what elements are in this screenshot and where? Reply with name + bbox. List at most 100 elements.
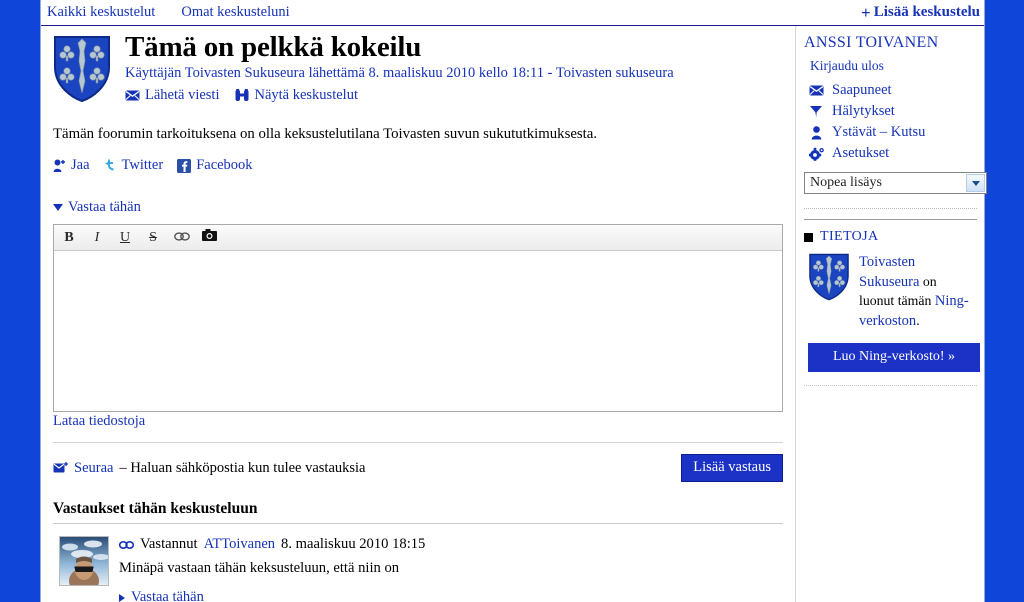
discussion-header: Tämä on pelkkä kokeilu Käyttäjän Toivast… xyxy=(53,32,783,104)
quick-add-select[interactable]: Nopea lisäys xyxy=(804,172,987,194)
editor-toolbar: B I U S xyxy=(54,225,782,252)
quick-add-selected-value: Nopea lisäys xyxy=(810,175,882,190)
follow-bar: Seuraa – Haluan sähköpostia kun tulee va… xyxy=(53,442,783,483)
reply-toggle-button[interactable]: Vastaa tähän xyxy=(53,199,783,216)
follow-envelope-icon xyxy=(53,462,68,473)
reply-item: Vastannut ATToivanen 8. maaliskuu 2010 1… xyxy=(53,536,783,602)
sidebar-item-label: Asetukset xyxy=(832,145,890,161)
sidebar-item-alerts[interactable]: Hälytykset xyxy=(808,101,977,122)
coat-of-arms-icon xyxy=(809,253,849,301)
send-message-button[interactable]: Lähetä viesti xyxy=(125,87,219,104)
author-crest-avatar[interactable] xyxy=(53,32,115,104)
discussion-byline: Käyttäjän Toivasten Sukuseura lähettämä … xyxy=(125,64,783,83)
insert-image-button[interactable] xyxy=(202,229,217,246)
reply-timestamp: 8. maaliskuu 2010 18:15 xyxy=(281,536,426,553)
add-discussion-label: Lisää keskustelu xyxy=(873,4,980,20)
chain-link-icon xyxy=(174,232,190,241)
bold-button[interactable]: B xyxy=(62,230,76,246)
link-icon[interactable] xyxy=(174,230,190,246)
sidebar-divider-dotted xyxy=(804,385,977,387)
create-network-button[interactable]: Luo Ning-verkosto! » xyxy=(808,343,980,373)
info-text-end: . xyxy=(916,312,920,328)
gear-icon xyxy=(808,147,824,161)
info-creator-link[interactable]: Toivasten Sukuseura xyxy=(859,254,919,290)
envelope-icon xyxy=(125,90,140,101)
sidebar-item-inbox[interactable]: Saapuneet xyxy=(808,80,977,101)
follow-link[interactable]: Seuraa xyxy=(74,460,113,477)
plus-icon: + xyxy=(861,3,871,22)
view-discussions-label: Näytä keskustelut xyxy=(254,87,358,104)
page-title: Tämä on pelkkä kokeilu xyxy=(125,31,422,63)
avatar[interactable] xyxy=(59,536,109,587)
person-icon xyxy=(808,125,824,140)
reply-content: Vastannut ATToivanen 8. maaliskuu 2010 1… xyxy=(119,536,425,602)
info-block: Toivasten Sukuseura on luonut tämän Ning… xyxy=(804,253,977,331)
strikethrough-button[interactable]: S xyxy=(146,230,160,246)
reply-text: Minäpä vastaan tähän keksusteluun, että … xyxy=(119,560,400,577)
camera-icon xyxy=(202,229,217,242)
logout-link[interactable]: Kirjaudu ulos xyxy=(804,58,977,74)
user-photo-icon xyxy=(60,537,108,586)
square-bullet-icon xyxy=(804,232,813,242)
sidebar-item-label: Hälytykset xyxy=(832,103,895,119)
nav-all-discussions[interactable]: Kaikki keskustelut xyxy=(47,4,155,21)
sidebar-item-settings[interactable]: Asetukset xyxy=(808,143,977,164)
twitter-icon xyxy=(104,159,114,171)
discussion-body-text: Tämän foorumin tarkoituksena on olla kek… xyxy=(53,126,598,143)
chevron-right-icon xyxy=(119,593,125,602)
share-person-icon xyxy=(53,159,65,172)
binoculars-icon xyxy=(235,89,249,102)
reply-author-link[interactable]: ATToivanen xyxy=(204,536,275,553)
sidebar-menu: Saapuneet Hälytykset Ystävät – Kutsu Ase… xyxy=(804,80,977,164)
flag-icon xyxy=(808,105,824,118)
follow-control: Seuraa – Haluan sähköpostia kun tulee va… xyxy=(53,460,366,477)
add-discussion-button[interactable]: + Lisää keskustelu xyxy=(861,4,984,21)
follow-description: – Haluan sähköpostia kun tulee vastauksi… xyxy=(119,459,366,476)
byline-prefix: Käyttäjän xyxy=(125,65,182,82)
underline-button[interactable]: U xyxy=(118,230,132,246)
share-button[interactable]: Jaa xyxy=(53,157,90,174)
reply-verb: Vastannut xyxy=(140,536,198,553)
reply-toggle-label: Vastaa tähän xyxy=(68,199,141,216)
sidebar-username: ANSSI TOIVANEN xyxy=(804,34,939,51)
info-text: Toivasten Sukuseura on luonut tämän Ning… xyxy=(859,253,969,331)
reply-editor: B I U S xyxy=(53,224,783,413)
byline-group-link[interactable]: Toivasten sukuseura xyxy=(556,65,674,81)
twitter-label: Twitter xyxy=(121,157,164,174)
sidebar-divider xyxy=(804,208,977,209)
main-content: Tämä on pelkkä kokeilu Käyttäjän Toivast… xyxy=(41,26,795,602)
envelope-icon xyxy=(808,85,824,96)
top-navigation-bar: Kaikki keskustelut Omat keskusteluni + L… xyxy=(41,0,984,26)
coat-of-arms-icon xyxy=(54,36,110,103)
send-message-label: Lähetä viesti xyxy=(145,87,220,104)
discussion-actions: Lähetä viesti Näytä keskustelut xyxy=(125,87,783,104)
italic-button[interactable]: I xyxy=(90,230,104,246)
byline-middle: lähettämä 8. maaliskuu 2010 kello 18:11 … xyxy=(308,65,553,82)
facebook-share-button[interactable]: Facebook xyxy=(177,157,253,174)
nav-my-discussions[interactable]: Omat keskusteluni xyxy=(181,4,289,21)
reply-editor-textarea[interactable] xyxy=(54,251,782,412)
reply-meta: Vastannut ATToivanen 8. maaliskuu 2010 1… xyxy=(119,536,425,553)
facebook-label: Facebook xyxy=(196,157,253,174)
sidebar-item-label: Saapuneet xyxy=(832,82,892,98)
byline-author-link[interactable]: Toivasten Sukuseura xyxy=(185,65,305,81)
share-row: Jaa Twitter Facebook xyxy=(53,157,783,174)
info-heading-label: TIETOJA xyxy=(820,229,879,244)
chevron-down-icon xyxy=(53,204,63,212)
twitter-share-button[interactable]: Twitter xyxy=(104,157,164,174)
submit-reply-button[interactable]: Lisää vastaus xyxy=(681,454,783,483)
share-label: Jaa xyxy=(71,157,90,174)
facebook-icon xyxy=(177,158,192,173)
chevron-down-icon[interactable] xyxy=(966,174,985,192)
page-container: Kaikki keskustelut Omat keskusteluni + L… xyxy=(40,0,987,602)
replies-heading: Vastaukset tähän keskusteluun xyxy=(53,500,783,525)
sidebar: ANSSI TOIVANEN Kirjaudu ulos Saapuneet H… xyxy=(795,26,987,602)
view-discussions-button[interactable]: Näytä keskustelut xyxy=(235,87,358,104)
info-section-heading: TIETOJA xyxy=(804,229,977,245)
upload-files-link[interactable]: Lataa tiedostoja xyxy=(53,413,145,429)
permalink-icon xyxy=(119,540,134,549)
sidebar-item-label: Ystävät – Kutsu xyxy=(832,124,926,140)
sidebar-item-friends[interactable]: Ystävät – Kutsu xyxy=(808,122,977,143)
reply-to-reply-label: Vastaa tähän xyxy=(131,589,204,602)
reply-to-reply-button[interactable]: Vastaa tähän xyxy=(119,589,425,602)
